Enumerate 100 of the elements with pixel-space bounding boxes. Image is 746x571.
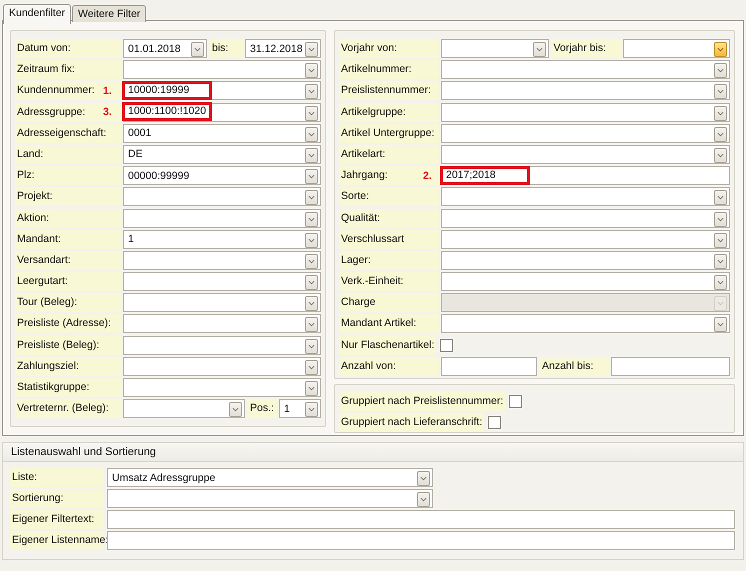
dropdown-button[interactable] xyxy=(305,317,318,332)
dropdown-button[interactable] xyxy=(714,232,727,248)
combo-box[interactable] xyxy=(441,250,730,270)
combo-box[interactable]: 1 xyxy=(123,230,321,249)
combo-box[interactable] xyxy=(123,293,321,312)
combo-box[interactable] xyxy=(441,314,730,334)
field-label: Vorjahr von: xyxy=(339,39,439,58)
combo-box[interactable] xyxy=(123,250,321,270)
checkbox[interactable] xyxy=(509,395,522,408)
chevron-icon xyxy=(308,47,315,52)
dropdown-button[interactable] xyxy=(305,84,318,100)
combo-box[interactable] xyxy=(441,81,730,100)
combo-box[interactable]: Umsatz Adressgruppe xyxy=(107,468,433,487)
dropdown-button[interactable] xyxy=(714,63,727,78)
combo-box[interactable] xyxy=(441,272,730,292)
combo-box[interactable] xyxy=(441,39,548,58)
combo-box[interactable]: 1 xyxy=(279,399,321,418)
dropdown-button[interactable] xyxy=(532,42,546,57)
dropdown-button[interactable] xyxy=(714,254,727,269)
combo-box[interactable] xyxy=(441,187,730,206)
combo-box[interactable]: 0001 xyxy=(123,124,321,143)
dropdown-button[interactable] xyxy=(714,190,727,206)
combo-box[interactable] xyxy=(441,60,730,80)
field-label: Preisliste (Beleg): xyxy=(15,336,121,355)
text-field[interactable]: 2017;2018 xyxy=(441,166,730,186)
field-value: 1 xyxy=(127,233,135,246)
dropdown-button[interactable] xyxy=(417,471,430,486)
dropdown-button[interactable] xyxy=(305,42,318,57)
combo-box[interactable]: 31.12.2018 xyxy=(245,39,321,58)
field-label: Artikelnummer: xyxy=(339,60,439,80)
chevron-icon xyxy=(308,407,315,412)
dropdown-button[interactable] xyxy=(714,42,727,57)
combo-box[interactable] xyxy=(441,230,730,249)
field-value: 00000:99999 xyxy=(127,170,190,182)
dropdown-button[interactable] xyxy=(305,126,318,142)
field-label: Projekt: xyxy=(15,187,121,206)
text-field[interactable] xyxy=(441,356,537,376)
chevron-icon xyxy=(308,195,315,200)
combo-box[interactable] xyxy=(123,378,321,397)
dropdown-button[interactable] xyxy=(305,275,318,290)
dropdown-button[interactable] xyxy=(305,296,318,312)
dropdown-button[interactable] xyxy=(714,84,727,100)
field-value: Umsatz Adressgruppe xyxy=(111,472,216,484)
chevron-icon xyxy=(308,386,315,391)
field-label: Statistikgruppe: xyxy=(15,378,121,397)
dropdown-button[interactable] xyxy=(305,381,318,396)
dropdown-button[interactable] xyxy=(305,190,318,206)
dropdown-button[interactable] xyxy=(305,63,318,78)
combo-box[interactable] xyxy=(123,60,321,80)
field-label: Lager: xyxy=(339,250,439,270)
text-field[interactable] xyxy=(107,531,735,550)
dropdown-button[interactable] xyxy=(417,492,430,507)
field-label: Liste: xyxy=(10,468,104,487)
text-field[interactable] xyxy=(107,510,735,529)
dropdown-button[interactable] xyxy=(714,275,727,290)
combo-box[interactable]: 00000:99999 xyxy=(123,166,321,186)
combo-box[interactable] xyxy=(123,356,321,376)
dropdown-button[interactable] xyxy=(305,402,318,418)
dropdown-button[interactable] xyxy=(305,106,318,121)
combo-box[interactable] xyxy=(441,208,730,228)
field-label: Qualität: xyxy=(339,208,439,228)
checkbox[interactable] xyxy=(488,416,502,429)
combo-box[interactable] xyxy=(123,336,321,355)
dropdown-button[interactable] xyxy=(714,212,727,226)
combo-box[interactable] xyxy=(123,272,321,292)
text-field[interactable] xyxy=(611,356,730,376)
dropdown-button[interactable] xyxy=(305,338,318,354)
combo-box[interactable] xyxy=(123,208,321,228)
dropdown-button[interactable] xyxy=(305,169,318,184)
dropdown-button[interactable] xyxy=(305,148,318,163)
field-label: Leergutart: xyxy=(15,272,121,292)
combo-box[interactable] xyxy=(622,39,730,58)
dropdown-button[interactable] xyxy=(714,148,727,163)
dropdown-button[interactable] xyxy=(229,402,242,418)
dropdown-button[interactable] xyxy=(191,42,204,57)
chevron-icon xyxy=(717,238,724,243)
dropdown-button[interactable] xyxy=(714,126,727,142)
combo-box[interactable] xyxy=(107,489,433,508)
checkbox[interactable] xyxy=(440,338,454,352)
tab[interactable]: Kundenfilter xyxy=(3,4,72,24)
tab[interactable]: Weitere Filter xyxy=(72,5,146,22)
dropdown-button[interactable] xyxy=(305,232,318,248)
field-value: 01.01.2018 xyxy=(127,42,182,54)
combo-box[interactable] xyxy=(123,187,321,206)
field-label: Land: xyxy=(15,144,121,164)
combo-box[interactable] xyxy=(441,124,730,143)
combo-box[interactable]: 1000:1100:!1020 xyxy=(123,102,321,122)
dropdown-button[interactable] xyxy=(714,106,727,121)
combo-box[interactable]: 10000:19999 xyxy=(123,81,321,100)
chevron-icon xyxy=(308,216,315,222)
combo-box[interactable]: 01.01.2018 xyxy=(123,39,207,58)
combo-box[interactable] xyxy=(123,314,321,334)
combo-box[interactable] xyxy=(123,399,245,418)
dropdown-button[interactable] xyxy=(714,317,727,332)
dropdown-button[interactable] xyxy=(305,254,318,269)
dropdown-button[interactable] xyxy=(305,360,318,375)
combo-box[interactable] xyxy=(441,102,730,122)
dropdown-button[interactable] xyxy=(305,212,318,226)
combo-box[interactable]: DE xyxy=(123,144,321,164)
combo-box[interactable] xyxy=(441,144,730,164)
